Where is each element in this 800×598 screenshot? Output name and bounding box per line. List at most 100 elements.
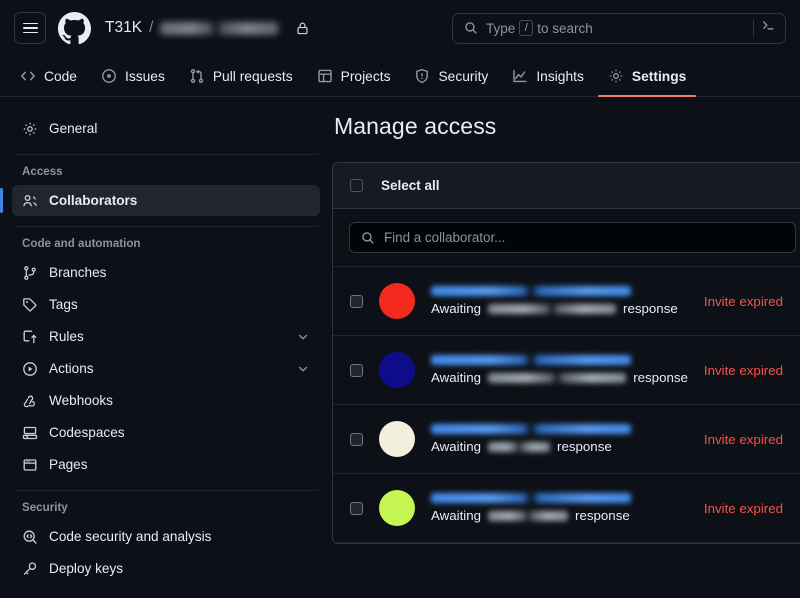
gear-icon xyxy=(608,68,624,84)
code-icon xyxy=(20,68,36,84)
shield-icon xyxy=(414,68,430,84)
sidebar-item-rules[interactable]: Rules xyxy=(12,321,320,352)
global-header: T31K / Type / to search xyxy=(0,0,800,56)
status-badge: Invite expired xyxy=(703,362,783,378)
collaborator-search-row: Find a collaborator... xyxy=(333,209,800,267)
collaborator-row: Awaiting response Invite expired xyxy=(333,474,800,543)
awaiting-suffix: response xyxy=(575,508,630,523)
avatar[interactable] xyxy=(379,490,415,526)
row-checkbox[interactable] xyxy=(350,432,363,446)
breadcrumb-repo-redacted[interactable] xyxy=(160,21,279,35)
awaiting-suffix: response xyxy=(623,301,678,316)
sidebar-item-label: Actions xyxy=(49,361,94,376)
browser-icon xyxy=(22,457,38,473)
sidebar-item-label: General xyxy=(49,121,98,136)
breadcrumb-owner[interactable]: T31K xyxy=(105,19,142,37)
sidebar-item-webhooks[interactable]: Webhooks xyxy=(12,385,320,416)
sidebar-item-deploy-keys[interactable]: Deploy keys xyxy=(12,553,320,584)
git-pull-request-icon xyxy=(189,68,205,84)
global-search: Type / to search xyxy=(452,12,786,44)
sidebar-item-label: Collaborators xyxy=(49,193,138,208)
collaborator-search-placeholder: Find a collaborator... xyxy=(384,230,506,245)
lock-icon xyxy=(295,21,310,36)
sidebar-item-tags[interactable]: Tags xyxy=(12,289,320,320)
row-checkbox[interactable] xyxy=(350,501,363,515)
graph-icon xyxy=(512,68,528,84)
awaiting-suffix: response xyxy=(633,370,688,385)
settings-sidebar: General Access Collaborators Code and au… xyxy=(0,97,332,598)
status-badge: Invite expired xyxy=(703,293,783,309)
collaborator-info: Awaiting response xyxy=(431,493,688,523)
tab-security[interactable]: Security xyxy=(404,56,498,96)
page-body: General Access Collaborators Code and au… xyxy=(0,97,800,598)
sidebar-item-label: Code security and analysis xyxy=(49,529,212,544)
collaborator-info: Awaiting response xyxy=(431,424,688,454)
sidebar-item-general[interactable]: General xyxy=(12,113,320,144)
search-tail xyxy=(753,18,776,38)
git-branch-icon xyxy=(22,265,38,281)
status-badge: Invite expired xyxy=(703,431,783,447)
breadcrumb: T31K / xyxy=(105,19,310,37)
avatar[interactable] xyxy=(379,421,415,457)
chevron-down-icon[interactable] xyxy=(296,330,310,344)
terminal-icon[interactable] xyxy=(761,18,776,38)
sidebar-item-label: Rules xyxy=(49,329,84,344)
status-badge: Invite expired xyxy=(703,500,783,516)
collaborator-name-redacted[interactable] xyxy=(431,355,631,365)
sidebar-item-codespaces[interactable]: Codespaces xyxy=(12,417,320,448)
awaiting-response-text: Awaiting response xyxy=(431,508,688,523)
issue-opened-icon xyxy=(101,68,117,84)
sidebar-item-code-security-and-analysis[interactable]: Code security and analysis xyxy=(12,521,320,552)
tab-projects[interactable]: Projects xyxy=(307,56,401,96)
sidebar-item-collaborators[interactable]: Collaborators xyxy=(0,185,320,216)
collaborator-name-redacted[interactable] xyxy=(431,286,631,296)
tab-label: Insights xyxy=(536,68,584,84)
sidebar-item-branches[interactable]: Branches xyxy=(12,257,320,288)
gear-icon xyxy=(22,121,38,137)
webhook-icon xyxy=(22,393,38,409)
hamburger-icon[interactable] xyxy=(14,12,46,44)
tab-code[interactable]: Code xyxy=(10,56,87,96)
tab-label: Pull requests xyxy=(212,68,293,84)
sidebar-item-pages[interactable]: Pages xyxy=(12,449,320,480)
collaborator-row: Awaiting response Invite expired xyxy=(333,405,800,474)
search-icon xyxy=(464,21,478,35)
key-icon xyxy=(22,561,38,577)
sidebar-item-label: Pages xyxy=(49,457,88,472)
github-repo-settings-page: T31K / Type / to search Code Issues Pull… xyxy=(0,0,800,598)
tab-label: Security xyxy=(438,68,489,84)
row-checkbox[interactable] xyxy=(350,363,363,377)
repo-nav-tabs: Code Issues Pull requests Projects Secur xyxy=(0,56,800,97)
collaborator-name-redacted[interactable] xyxy=(431,424,631,434)
select-all-checkbox[interactable] xyxy=(350,179,363,192)
tab-issues[interactable]: Issues xyxy=(91,56,175,96)
search-input[interactable]: Type / to search xyxy=(452,12,786,44)
awaiting-prefix: Awaiting xyxy=(431,439,482,454)
github-logo-icon[interactable] xyxy=(58,11,91,45)
tab-insights[interactable]: Insights xyxy=(502,56,594,96)
collaborator-name-redacted[interactable] xyxy=(431,493,631,503)
search-icon xyxy=(361,231,375,245)
sidebar-group-title-access: Access xyxy=(22,165,63,178)
collaborators-panel: Select all Find a collaborator... Awaiti… xyxy=(332,162,800,544)
chevron-down-icon[interactable] xyxy=(296,362,310,376)
avatar[interactable] xyxy=(379,352,415,388)
sidebar-item-actions[interactable]: Actions xyxy=(12,353,320,384)
collaborator-row: Awaiting response Invite expired xyxy=(333,336,800,405)
sidebar-item-label: Webhooks xyxy=(49,393,113,408)
row-checkbox[interactable] xyxy=(350,294,363,308)
collaborator-info: Awaiting response xyxy=(431,355,688,385)
search-slash-key: / xyxy=(519,20,534,36)
tab-label: Projects xyxy=(340,68,391,84)
page-title: Manage access xyxy=(334,113,497,139)
tab-pull-requests[interactable]: Pull requests xyxy=(179,56,303,96)
main-content: Manage access Select all Find a collabor… xyxy=(332,97,800,598)
rules-icon xyxy=(22,329,38,345)
sidebar-item-label: Codespaces xyxy=(49,425,125,440)
table-icon xyxy=(317,68,333,84)
collaborator-search-input[interactable]: Find a collaborator... xyxy=(349,222,796,253)
tab-settings[interactable]: Settings xyxy=(597,56,697,97)
avatar[interactable] xyxy=(379,283,415,319)
awaiting-prefix: Awaiting xyxy=(431,508,482,523)
tab-label: Settings xyxy=(631,68,687,84)
